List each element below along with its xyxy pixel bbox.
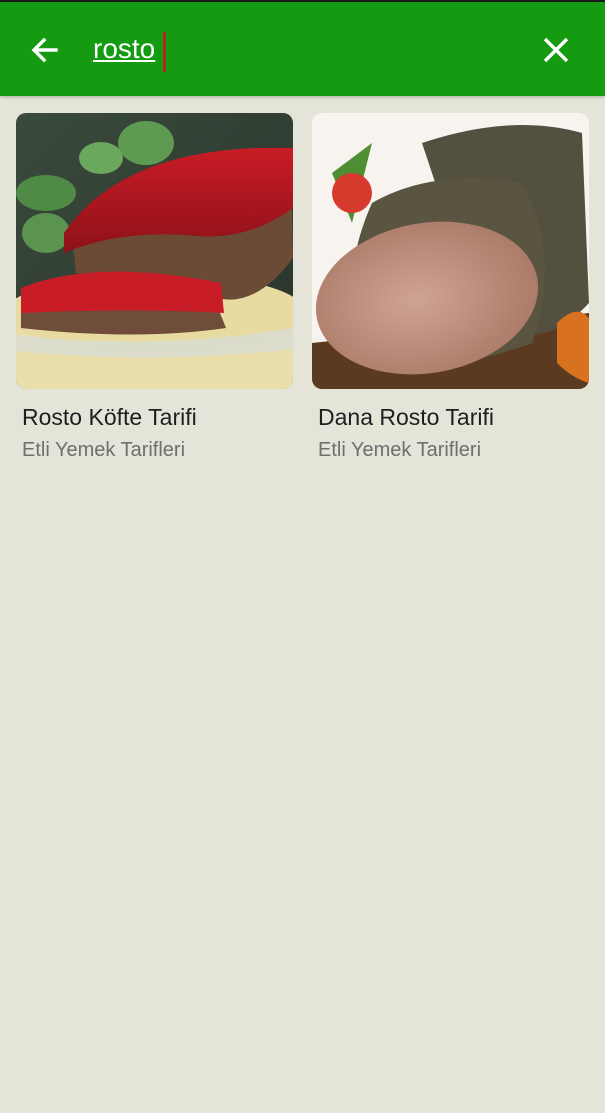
search-input[interactable] (93, 26, 513, 72)
search-app-bar (0, 2, 605, 96)
close-icon (543, 37, 569, 63)
recipe-title[interactable]: Rosto Köfte Tarifi (22, 404, 293, 431)
recipe-image-roast-beef[interactable] (312, 113, 589, 389)
back-button[interactable] (26, 30, 66, 70)
text-cursor (163, 32, 166, 72)
recipe-image-meatloaf[interactable] (16, 113, 293, 389)
arrow-left-icon (31, 37, 58, 63)
recipe-card[interactable]: Rosto Köfte Tarifi Etli Yemek Tarifleri (16, 113, 293, 462)
recipe-category: Etli Yemek Tarifleri (318, 439, 482, 461)
recipe-title[interactable]: Dana Rosto Tarifi (318, 404, 589, 431)
recipe-category: Etli Yemek Tarifleri (22, 439, 186, 461)
recipe-card[interactable]: Dana Rosto Tarifi Etli Yemek Tarifleri (312, 113, 589, 462)
clear-search-button[interactable] (536, 30, 576, 70)
